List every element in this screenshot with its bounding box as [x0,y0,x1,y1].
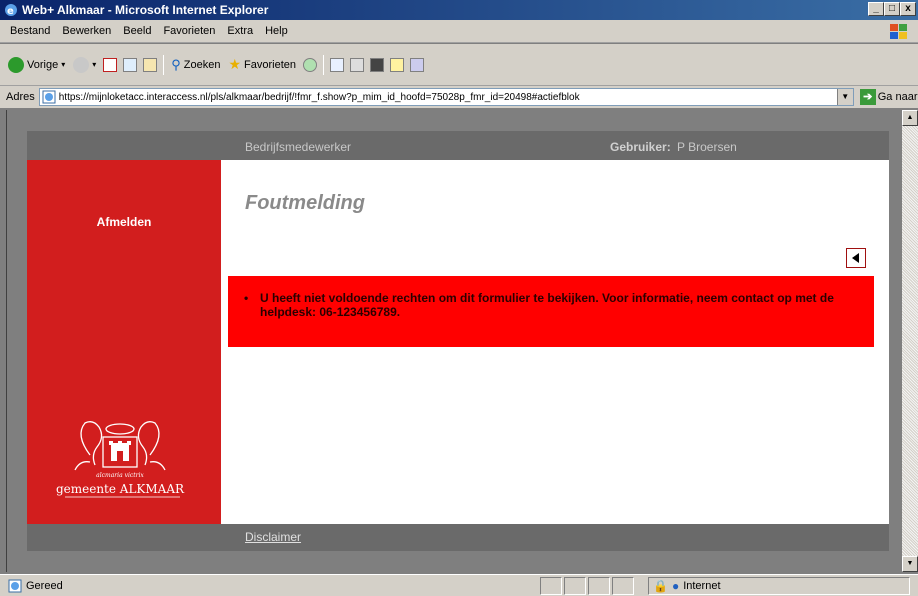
address-bar: Adres https://mijnloketacc.interaccess.n… [0,86,918,109]
print-icon[interactable] [350,57,365,72]
favorites-button[interactable]: ★ Favorieten [224,54,300,76]
page-icon [8,579,22,592]
go-label: Ga naar [877,91,918,103]
toolbar-separator [163,54,165,75]
logout-link[interactable]: Afmelden [27,215,221,229]
ie-icon: e [5,4,17,17]
go-button[interactable]: ➔ Ga naar [859,89,918,105]
window-title-bar: e Web+ Alkmaar - Microsoft Internet Expl… [0,0,918,20]
back-button[interactable] [846,248,866,268]
vertical-scrollbar[interactable]: ▲ ▼ [902,110,918,572]
menu-favorieten[interactable]: Favorieten [157,25,221,37]
status-cell [540,577,562,595]
status-text: Gereed [26,579,63,592]
page-header: Bedrijfsmedewerker Gebruiker: P Broersen [27,131,889,160]
error-list: U heeft niet voldoende rechten om dit fo… [244,291,866,319]
media-icon[interactable] [303,57,318,72]
back-arrow-icon [8,56,24,73]
back-label: Vorige [27,58,59,71]
logo-text: gemeente ALKMAAR [56,482,185,496]
toolbar: Vorige ▾ ▾ ⚲ Zoeken ★ Favorieten [0,44,918,86]
close-button[interactable]: x [900,2,916,16]
logo-motto: alcmaria victrix [96,472,144,479]
status-bar: Gereed 🔒 ● Internet [0,574,918,596]
search-icon: ⚲ [171,56,181,72]
address-input[interactable]: https://mijnloketacc.interaccess.nl/pls/… [38,88,854,106]
status-cell [564,577,586,595]
minimize-button[interactable]: _ [868,2,884,16]
error-message: U heeft niet voldoende rechten om dit fo… [244,291,866,319]
go-arrow-icon: ➔ [859,89,876,105]
dropdown-arrow-icon: ▾ [61,60,66,69]
user-name: P Broersen [677,140,737,154]
sidebar: Afmelden alcmaria victrix gemeente ALKMA… [27,160,221,524]
messenger-icon[interactable] [410,57,425,72]
home-icon[interactable] [143,57,158,72]
disclaimer-link[interactable]: Disclaimer [245,530,301,544]
address-label: Adres [6,91,35,103]
globe-icon: ● [671,579,680,593]
maximize-button[interactable]: □ [884,2,900,16]
edit-icon[interactable] [370,57,385,72]
error-message-box: U heeft niet voldoende rechten om dit fo… [228,276,874,347]
scroll-down-icon[interactable]: ▼ [902,556,918,572]
address-url: https://mijnloketacc.interaccess.nl/pls/… [58,91,580,103]
mail-icon[interactable] [330,57,345,72]
scroll-up-icon[interactable]: ▲ [902,110,918,126]
search-label: Zoeken [183,58,221,71]
windows-logo-icon [890,24,907,39]
status-cell [588,577,610,595]
main-content: Foutmelding U heeft niet voldoende recht… [221,160,889,524]
dropdown-arrow-icon: ▾ [92,60,97,69]
status-cell [612,577,634,595]
forward-button[interactable]: ▾ [69,54,100,76]
back-triangle-icon [852,253,859,263]
lock-icon: 🔒 [653,579,668,593]
page-icon [42,90,56,104]
menu-help[interactable]: Help [259,25,294,37]
user-label: Gebruiker: [610,140,671,154]
window-title: Web+ Alkmaar - Microsoft Internet Explor… [22,3,269,17]
back-button[interactable]: Vorige ▾ [4,54,69,76]
menu-bewerken[interactable]: Bewerken [56,25,117,37]
stop-icon[interactable] [103,57,118,72]
search-button[interactable]: ⚲ Zoeken [167,54,224,76]
security-zone: 🔒 ● Internet [648,577,910,595]
note-icon[interactable] [390,57,405,72]
refresh-icon[interactable] [123,57,138,72]
menu-extra[interactable]: Extra [221,25,259,37]
zone-label: Internet [683,580,721,592]
user-role: Bedrijfsmedewerker [245,140,352,154]
forward-arrow-icon [73,56,90,73]
status-cells [540,577,634,595]
toolbar-separator [323,54,325,75]
page-title: Foutmelding [245,192,365,214]
menu-beeld[interactable]: Beeld [117,25,157,37]
svg-text:e: e [7,6,14,17]
menu-bar: Bestand Bewerken Beeld Favorieten Extra … [0,20,918,43]
menu-bestand[interactable]: Bestand [4,25,56,37]
address-dropdown-icon[interactable]: ▼ [836,89,853,105]
alkmaar-coat-of-arms-logo: alcmaria victrix gemeente ALKMAAR [56,421,185,498]
web-page: Bedrijfsmedewerker Gebruiker: P Broersen… [27,131,889,551]
favorites-label: Favorieten [244,58,297,71]
page-footer: Disclaimer [27,524,889,551]
star-icon: ★ [228,56,242,72]
